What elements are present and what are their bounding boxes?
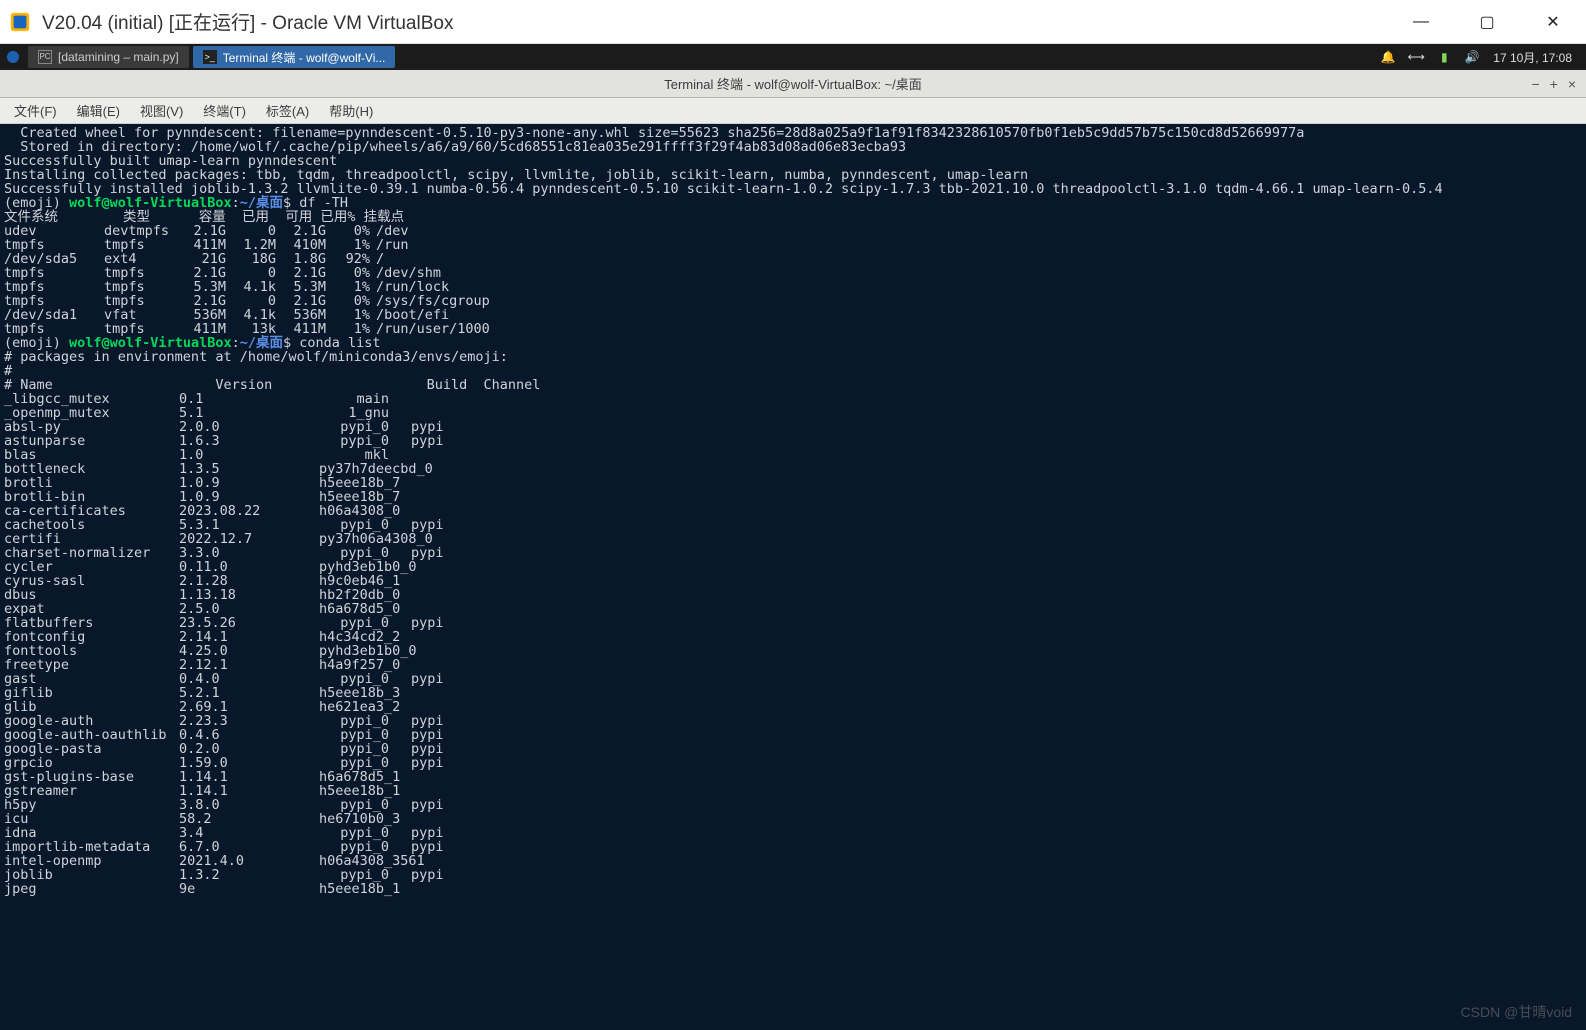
clock[interactable]: 17 10月, 17:08	[1493, 49, 1572, 66]
network-icon[interactable]: ⟷	[1409, 50, 1423, 64]
minimize-button[interactable]: —	[1388, 0, 1454, 43]
taskbar-item-pycharm[interactable]: PC [datamining – main.py]	[28, 46, 189, 68]
terminal-window-title: Terminal 终端 - wolf@wolf-VirtualBox: ~/桌面	[0, 74, 1586, 93]
terminal-output[interactable]: Created wheel for pynndescent: filename=…	[0, 124, 1586, 1030]
terminal-titlebar: Terminal 终端 - wolf@wolf-VirtualBox: ~/桌面…	[0, 70, 1586, 98]
menu-terminal[interactable]: 终端(T)	[195, 99, 254, 122]
menu-view[interactable]: 视图(V)	[132, 99, 191, 122]
terminal-close-button[interactable]: ×	[1568, 76, 1576, 92]
virtualbox-icon	[8, 10, 32, 34]
pycharm-icon: PC	[38, 50, 52, 64]
menu-file[interactable]: 文件(F)	[6, 99, 65, 122]
terminal-maximize-button[interactable]: +	[1550, 76, 1558, 92]
ubuntu-top-panel: PC [datamining – main.py] >_ Terminal 终端…	[0, 44, 1586, 70]
taskbar-item-terminal[interactable]: >_ Terminal 终端 - wolf@wolf-Vi...	[193, 46, 396, 68]
window-title: V20.04 (initial) [正在运行] - Oracle VM Virt…	[42, 8, 1388, 35]
watermark: CSDN @甘晴void	[1461, 1002, 1572, 1022]
taskbar-label: Terminal 终端 - wolf@wolf-Vi...	[223, 49, 386, 66]
terminal-icon: >_	[203, 50, 217, 64]
windows-titlebar: V20.04 (initial) [正在运行] - Oracle VM Virt…	[0, 0, 1586, 44]
menu-help[interactable]: 帮助(H)	[321, 99, 381, 122]
menu-edit[interactable]: 编辑(E)	[69, 99, 128, 122]
maximize-button[interactable]: ▢	[1454, 0, 1520, 43]
terminal-minimize-button[interactable]: −	[1531, 76, 1539, 92]
notification-icon[interactable]: 🔔	[1381, 50, 1395, 64]
terminal-menubar: 文件(F) 编辑(E) 视图(V) 终端(T) 标签(A) 帮助(H)	[0, 98, 1586, 124]
menu-tabs[interactable]: 标签(A)	[258, 99, 317, 122]
activities-icon[interactable]	[0, 44, 26, 70]
battery-icon[interactable]: ▮	[1437, 50, 1451, 64]
sound-icon[interactable]: 🔊	[1465, 50, 1479, 64]
taskbar-label: [datamining – main.py]	[58, 50, 179, 64]
close-button[interactable]: ✕	[1520, 0, 1586, 43]
